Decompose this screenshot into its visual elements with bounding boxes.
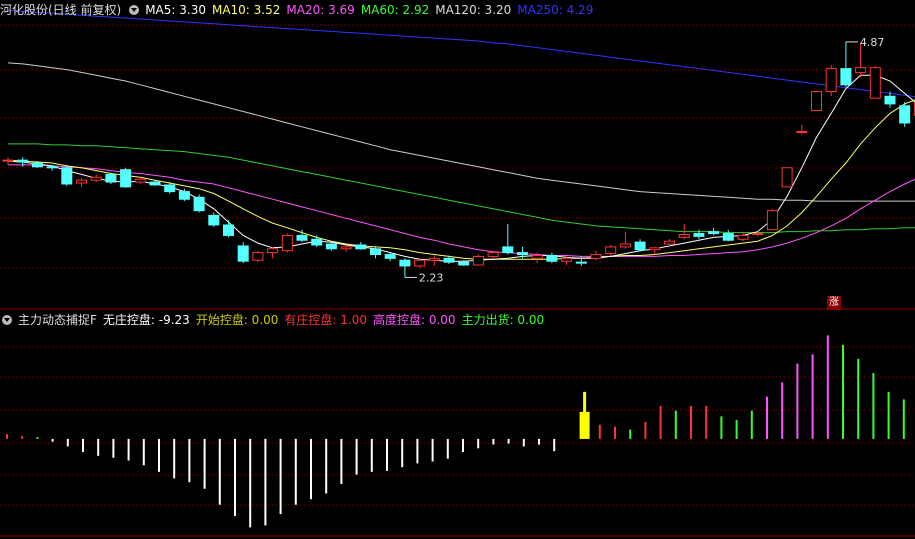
ma-legend-item: MA20: 3.69 [286, 3, 355, 17]
candle-body [737, 234, 749, 240]
candle-body [531, 254, 543, 259]
indicator-bar-start [579, 411, 590, 439]
candle-body [223, 224, 234, 236]
candle-body [649, 247, 661, 251]
indicator-bar-start [583, 391, 587, 414]
candle-body [237, 245, 249, 262]
candle-body [796, 131, 808, 134]
candle-body [443, 257, 455, 263]
candle-body [855, 67, 867, 73]
candle-body [546, 254, 558, 262]
candle-body [120, 169, 132, 188]
ma-legend-item: MA120: 3.20 [435, 3, 512, 17]
candle-body [46, 166, 58, 169]
indicator-legend-item: 开始控盘: 0.00 [195, 313, 279, 327]
candle-body [781, 167, 793, 188]
ma-dropdown-icon[interactable] [129, 4, 140, 15]
candle-body [384, 254, 396, 259]
candle-body [399, 259, 411, 267]
candle-body [840, 68, 852, 86]
candle-body [428, 257, 440, 261]
candle-body [884, 95, 896, 105]
candle-body [193, 196, 205, 212]
candle-body [149, 181, 161, 186]
candle-body [252, 252, 264, 261]
candle-body [561, 257, 573, 262]
candle-body [134, 178, 146, 183]
indicator-panel-header: 主力动态捕捉F 无庄控盘: -9.23 开始控盘: 0.00 有庄控盘: 1.00 高度… [0, 311, 556, 329]
candle-body [517, 252, 528, 256]
candle-body [31, 162, 43, 168]
kline-chart: 4.87 2.23 [0, 10, 915, 537]
candle-body [458, 261, 470, 266]
candle-body [267, 248, 279, 254]
candle-body [164, 184, 176, 193]
low-price-label: 2.23 [419, 271, 444, 284]
candle-body [325, 243, 337, 250]
candle-body [355, 244, 367, 250]
candle-body [825, 68, 837, 93]
ma20-line [8, 164, 915, 257]
candle-body [61, 167, 73, 185]
candle-body [752, 233, 764, 236]
candle-body [281, 234, 293, 252]
candle-body [502, 246, 514, 254]
candle-body [605, 246, 617, 255]
rise-badge: 涨 [827, 296, 841, 310]
candle-body [722, 233, 734, 241]
indicator-legend-item: 主力出货: 0.00 [461, 313, 545, 327]
indicator-legend-item: 高度控盘: 0.00 [372, 313, 456, 327]
ma-legend-item: MA250: 4.29 [517, 3, 594, 17]
candle-body [899, 105, 911, 124]
candle-body [17, 159, 29, 163]
candle-body [693, 233, 705, 237]
candle-body [414, 259, 426, 267]
candle-body [2, 159, 14, 162]
candle-body [487, 252, 499, 257]
candle-body [296, 234, 308, 241]
candle-body [766, 210, 778, 231]
ma-legend-item: MA5: 3.30 [145, 3, 206, 17]
candle-body [76, 179, 87, 184]
stock-title[interactable]: 河化股份(日线 前复权) [0, 3, 121, 17]
candle-body [90, 176, 102, 181]
candle-body [178, 191, 190, 200]
candle-body [370, 248, 381, 256]
high-price-label: 4.87 [860, 36, 885, 49]
indicator-title[interactable]: 主力动态捕捉F [18, 313, 97, 327]
candle-body [340, 246, 352, 250]
price-panel-header: 河化股份(日线 前复权) MA5: 3.30 MA10: 3.52 MA20: 3.6… [0, 1, 605, 19]
ma60-line [8, 143, 915, 234]
ma-legend-item: MA10: 3.52 [211, 3, 281, 17]
candle-body [664, 240, 675, 245]
candle-body [811, 91, 822, 112]
candle-body [634, 241, 646, 251]
ma250-line [7, 10, 915, 98]
candle-body [678, 234, 690, 238]
indicator-legend-item: 有庄控盘: 1.00 [284, 313, 367, 327]
indicator-legend: 无庄控盘: -9.23 开始控盘: 0.00 有庄控盘: 1.00 高度控盘: 0.0… [103, 313, 550, 327]
candle-body [575, 261, 587, 264]
candle-body [208, 214, 220, 226]
candle-body [869, 67, 881, 99]
candle-body [708, 231, 720, 235]
ma-legend: MA5: 3.30 MA10: 3.52 MA20: 3.69 MA60: 2.92 M… [145, 3, 599, 17]
indicator-legend-item: 无庄控盘: -9.23 [102, 313, 190, 327]
candle-body [619, 243, 631, 248]
indicator-dropdown-icon[interactable] [2, 314, 12, 325]
ma-legend-item: MA60: 2.92 [360, 3, 430, 17]
candle-body [472, 255, 484, 266]
candle-body [105, 173, 117, 183]
candle-body [590, 254, 602, 259]
candle-body [311, 238, 323, 246]
